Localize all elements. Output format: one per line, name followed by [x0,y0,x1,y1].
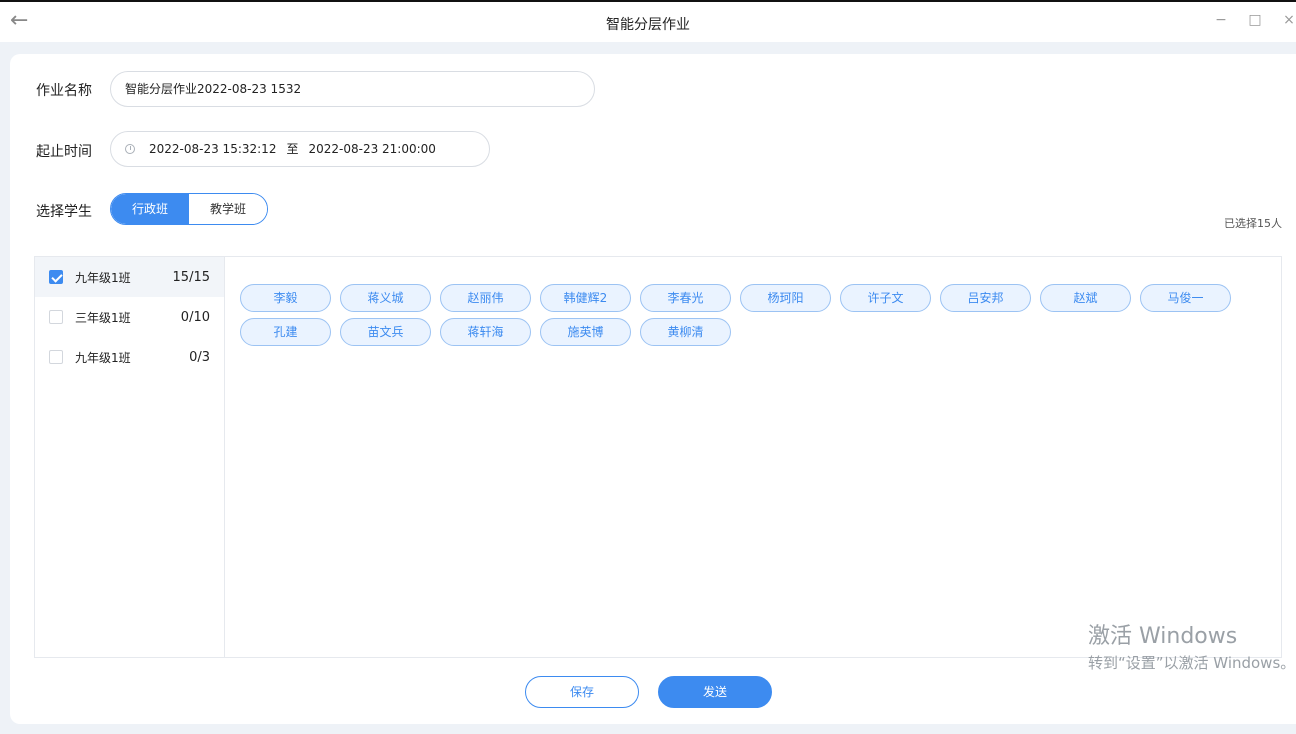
class-list: 九年级1班 15/15 三年级1班 0/10 九年级1班 0/3 [35,257,225,657]
student-chip[interactable]: 杨珂阳 [740,284,831,312]
window-title: 智能分层作业 [606,17,690,33]
tab-teaching-class[interactable]: 教学班 [189,194,267,224]
clock-icon [125,143,135,154]
class-name: 九年级1班 [75,350,131,365]
send-button[interactable]: 发送 [658,676,772,708]
checkbox[interactable] [49,350,63,364]
student-chip[interactable]: 马俊一 [1140,284,1231,312]
student-chip[interactable]: 许子文 [840,284,931,312]
student-chip[interactable]: 孔建 [240,318,331,346]
students-label: 选择学生 [36,204,92,220]
minimize-icon[interactable]: − [1212,12,1230,28]
watermark-line2: 转到“设置”以激活 Windows。 [1088,654,1296,672]
checkbox[interactable] [49,310,63,324]
class-count: 15/15 [172,269,210,285]
start-time: 2022-08-23 15:32:12 [149,142,277,156]
student-chip[interactable]: 黄柳清 [640,318,731,346]
class-item[interactable]: 九年级1班 15/15 [35,257,224,297]
class-item[interactable]: 九年级1班 0/3 [35,337,224,377]
class-count: 0/10 [180,309,210,325]
student-chip[interactable]: 蒋义城 [340,284,431,312]
student-chip[interactable]: 赵斌 [1040,284,1131,312]
selected-count: 已选择15人 [1224,217,1282,230]
class-name: 三年级1班 [75,310,131,325]
name-label: 作业名称 [36,83,92,99]
tab-admin-class[interactable]: 行政班 [111,194,189,224]
time-label: 起止时间 [36,144,92,160]
student-chip[interactable]: 赵丽伟 [440,284,531,312]
checkbox-checked[interactable] [49,270,63,284]
save-button[interactable]: 保存 [525,676,639,708]
title-bar: ← 智能分层作业 − □ × [0,0,1296,42]
student-chip[interactable]: 施英博 [540,318,631,346]
homework-name-input[interactable]: 智能分层作业2022-08-23 1532 [110,71,595,107]
windows-activation-watermark: 激活 Windows 转到“设置”以激活 Windows。 [1088,618,1295,673]
maximize-icon[interactable]: □ [1246,12,1264,28]
end-time: 2022-08-23 21:00:00 [308,142,436,156]
class-item[interactable]: 三年级1班 0/10 [35,297,224,337]
student-chip[interactable]: 韩健辉2 [540,284,631,312]
student-chip-list: 李毅 蒋义城 赵丽伟 韩健辉2 李春光 杨珂阳 许子文 吕安邦 赵斌 马俊一 孔… [240,284,1260,352]
watermark-line1: 激活 Windows [1088,624,1238,649]
class-name: 九年级1班 [75,270,131,285]
student-chip[interactable]: 李毅 [240,284,331,312]
student-selector: 九年级1班 15/15 三年级1班 0/10 九年级1班 0/3 李毅 蒋义城 … [34,256,1282,658]
student-chip[interactable]: 蒋轩海 [440,318,531,346]
class-count: 0/3 [189,349,210,365]
student-chip[interactable]: 苗文兵 [340,318,431,346]
time-range-input[interactable]: 2022-08-23 15:32:12 至 2022-08-23 21:00:00 [110,131,490,167]
close-icon[interactable]: × [1280,12,1296,28]
class-type-switch: 行政班 教学班 [110,193,268,225]
student-chip[interactable]: 吕安邦 [940,284,1031,312]
range-separator: 至 [286,142,299,156]
student-chip[interactable]: 李春光 [640,284,731,312]
